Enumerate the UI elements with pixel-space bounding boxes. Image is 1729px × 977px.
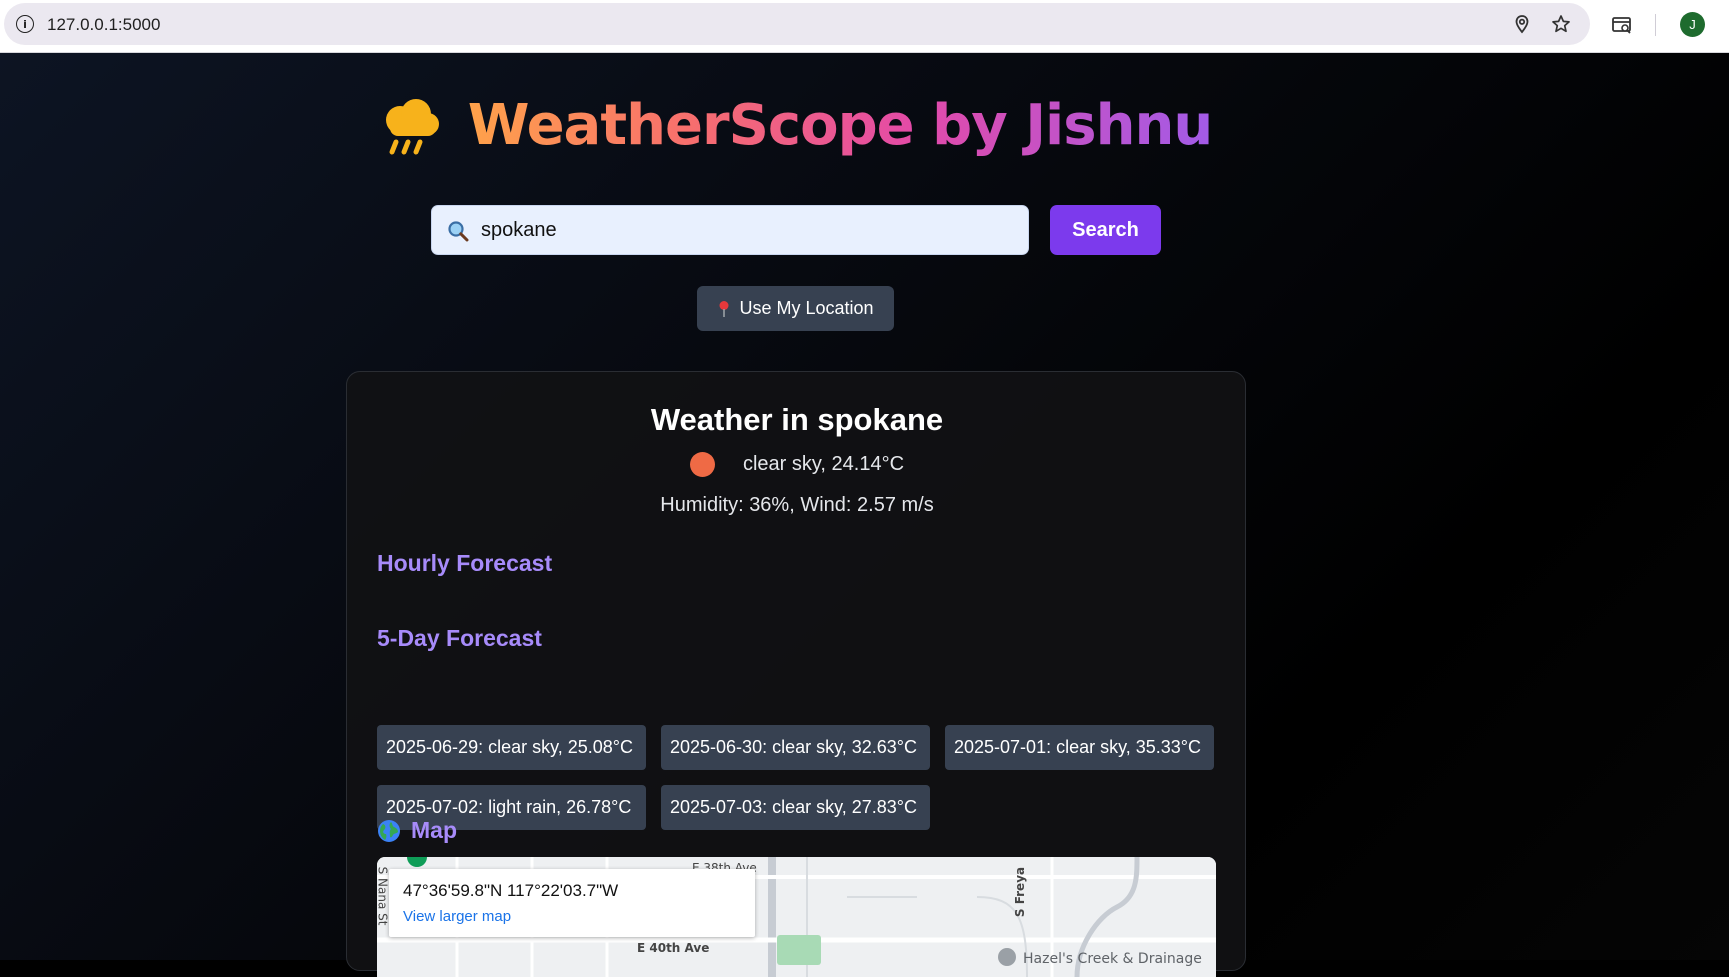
embedded-map[interactable]: E 38th Ave E 40th Ave S Freya S Nana St … (377, 857, 1216, 977)
street-label: S Nana St (377, 867, 390, 926)
location-pin-icon[interactable] (1512, 14, 1532, 34)
five-day-forecast-heading: 5-Day Forecast (377, 625, 542, 651)
bookmark-star-icon[interactable] (1551, 14, 1571, 34)
url-text[interactable]: 127.0.0.1:5000 (47, 15, 160, 35)
humidity-wind: Humidity: 36%, Wind: 2.57 m/s (660, 494, 934, 516)
page-body: WeatherScope by Jishnu spokane Search Us… (0, 53, 1729, 977)
street-label: S Freya (1013, 866, 1028, 918)
round-pushpin-icon (719, 300, 729, 317)
weather-title: Weather in spokane (650, 402, 944, 437)
header: WeatherScope by Jishnu (0, 93, 1590, 159)
use-my-location-label: Use My Location (739, 298, 874, 318)
search-icon (448, 221, 469, 242)
map-heading: Map (377, 817, 457, 844)
view-larger-map-link[interactable]: View larger map (403, 908, 511, 925)
weather-card: Weather in spokane clear sky, 24.14°C Hu… (346, 371, 1247, 977)
rain-cloud-icon (385, 99, 439, 155)
toolbar-divider (1655, 14, 1656, 36)
profile-avatar[interactable]: J (1680, 12, 1705, 37)
search-value[interactable]: spokane (481, 219, 557, 242)
app-title: WeatherScope by Jishnu (467, 93, 1213, 158)
street-label: E 40th Ave (637, 941, 710, 955)
use-my-location-button[interactable]: Use My Location (697, 286, 894, 331)
map-coordinates: 47°36'59.8"N 117°22'03.7"W (403, 881, 619, 900)
browser-toolbar: i 127.0.0.1:5000 J (0, 0, 1729, 53)
address-bar[interactable]: i 127.0.0.1:5000 (4, 3, 1590, 45)
tab-search-icon[interactable] (1611, 14, 1633, 36)
globe-icon (378, 819, 400, 842)
forecast-item: 2025-07-03: clear sky, 27.83°C (661, 785, 930, 830)
forecast-item: 2025-06-30: clear sky, 32.63°C (661, 725, 930, 770)
map-heading-label: Map (411, 817, 457, 843)
map-info-popup: 47°36'59.8"N 117°22'03.7"W View larger m… (389, 869, 755, 937)
forecast-item: 2025-07-01: clear sky, 35.33°C (945, 725, 1214, 770)
condition-text: clear sky, 24.14°C (742, 453, 905, 475)
search-button[interactable]: Search (1050, 205, 1161, 255)
site-info-icon[interactable]: i (16, 15, 34, 33)
sun-icon (689, 452, 715, 477)
forecast-item: 2025-06-29: clear sky, 25.08°C (377, 725, 646, 770)
hourly-forecast-heading: Hourly Forecast (377, 550, 553, 576)
poi-label: Hazel's Creek & Drainage (1023, 951, 1202, 967)
current-condition: clear sky, 24.14°C (347, 452, 1247, 477)
city-search-input[interactable]: spokane (431, 205, 1029, 255)
